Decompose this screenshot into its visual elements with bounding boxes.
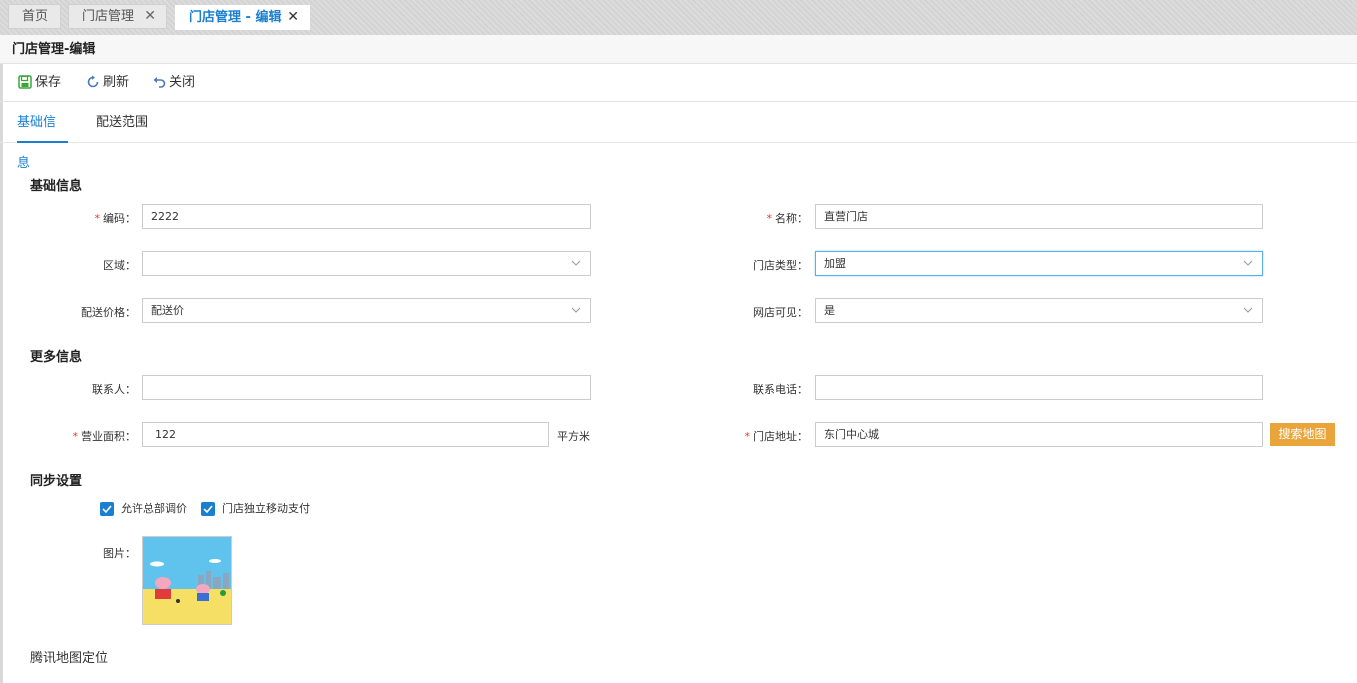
- close-label: 关闭: [169, 75, 196, 90]
- search-map-button[interactable]: 搜索地图: [1270, 423, 1335, 446]
- independent-mobile-pay-label: 门店独立移动支付: [222, 502, 310, 515]
- refresh-icon: [87, 75, 99, 87]
- allow-hq-price-label: 允许总部调价: [121, 502, 187, 515]
- chevron-down-icon: [571, 307, 581, 313]
- tab-home-label: 首页: [22, 9, 49, 24]
- save-button[interactable]: 保存: [18, 64, 61, 102]
- save-icon: [18, 74, 32, 89]
- store-type-select[interactable]: 加盟: [815, 251, 1263, 276]
- section-basic-title: 基础信息: [30, 179, 83, 194]
- code-input[interactable]: 2222: [142, 204, 591, 229]
- cartoon-image: [143, 537, 231, 624]
- chevron-down-icon: [1243, 307, 1253, 313]
- phone-input[interactable]: [815, 375, 1263, 400]
- allow-hq-price-checkbox[interactable]: 允许总部调价: [100, 502, 187, 516]
- code-label: * 编码：: [94, 212, 137, 225]
- page-title: 门店管理-编辑: [0, 35, 1357, 64]
- area-unit: 平方米: [557, 430, 590, 443]
- section-sync-title: 同步设置: [30, 474, 83, 489]
- address-input[interactable]: 东门中心城: [815, 422, 1263, 447]
- address-label: * 门店地址：: [744, 430, 809, 443]
- chevron-down-icon: [571, 260, 581, 266]
- checkbox-checked-icon: [100, 502, 114, 516]
- name-label: * 名称：: [766, 212, 809, 225]
- checkbox-checked-icon: [201, 502, 215, 516]
- tab-store-management[interactable]: 门店管理 ✕: [68, 4, 167, 29]
- region-label: 区域：: [103, 259, 136, 272]
- toolbar: 保存 刷新 关闭: [0, 64, 1357, 102]
- close-icon[interactable]: ✕: [144, 5, 156, 28]
- region-select[interactable]: [142, 251, 591, 276]
- undo-icon: [153, 76, 166, 88]
- tab-basic-info[interactable]: 基础信息: [17, 102, 68, 171]
- online-visible-label: 网店可见：: [753, 306, 808, 319]
- tencent-map-location-title: 腾讯地图定位: [30, 651, 109, 666]
- chevron-down-icon: [1243, 260, 1253, 266]
- tab-store-edit-label: 门店管理 - 编辑: [189, 10, 282, 25]
- close-button[interactable]: 关闭: [152, 64, 195, 102]
- tab-home[interactable]: 首页: [8, 4, 61, 29]
- area-input[interactable]: 122: [142, 422, 549, 447]
- close-icon[interactable]: ✕: [287, 6, 299, 29]
- section-more-title: 更多信息: [30, 350, 83, 365]
- refresh-button[interactable]: 刷新: [86, 64, 129, 102]
- form-tabs: 基础信息 配送范围: [0, 102, 1357, 171]
- independent-mobile-pay-checkbox[interactable]: 门店独立移动支付: [201, 502, 310, 516]
- online-visible-select[interactable]: 是: [815, 298, 1263, 323]
- delivery-price-label: 配送价格：: [81, 306, 136, 319]
- name-input[interactable]: 直营门店: [815, 204, 1263, 229]
- save-label: 保存: [35, 75, 62, 90]
- store-picture[interactable]: [142, 536, 232, 625]
- tab-store-edit[interactable]: 门店管理 - 编辑 ✕: [175, 5, 310, 30]
- tab-store-management-label: 门店管理: [82, 9, 135, 24]
- area-label: * 营业面积：: [72, 430, 137, 443]
- picture-label: 图片：: [103, 547, 136, 560]
- phone-label: 联系电话：: [753, 383, 808, 396]
- store-type-label: 门店类型：: [753, 259, 808, 272]
- refresh-label: 刷新: [103, 75, 130, 90]
- contact-input[interactable]: [142, 375, 591, 400]
- contact-label: 联系人：: [92, 383, 136, 396]
- tab-strip: 首页 门店管理 ✕ 门店管理 - 编辑 ✕: [0, 0, 1357, 35]
- tab-delivery-range[interactable]: 配送范围: [96, 102, 148, 143]
- delivery-price-select[interactable]: 配送价: [142, 298, 591, 323]
